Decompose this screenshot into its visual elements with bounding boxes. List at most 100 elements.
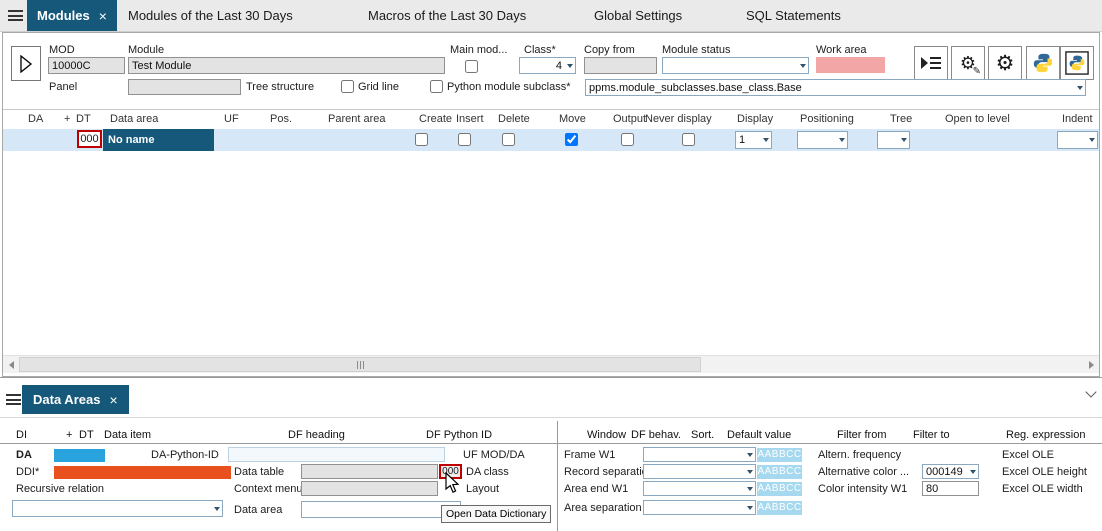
col-open-to-level: Open to level — [945, 113, 1010, 126]
work-area-color-field[interactable] — [816, 57, 885, 73]
tab-label: Macros of the Last 30 Days — [368, 8, 526, 23]
close-icon[interactable]: × — [99, 8, 107, 24]
class-label: Class* — [524, 44, 556, 57]
indent-select[interactable] — [1057, 131, 1098, 149]
tree-select[interactable] — [877, 131, 910, 149]
python-subclass-label: Python module subclass* — [447, 81, 571, 94]
col-create: Create — [419, 113, 452, 126]
move-checkbox[interactable] — [565, 133, 578, 146]
macro-list-button[interactable] — [914, 46, 948, 80]
alternative-color-select[interactable]: 000149 — [922, 464, 979, 479]
col-display: Display — [737, 113, 773, 126]
grid-line-checkbox[interactable] — [341, 80, 354, 93]
frame-w1-label: Frame W1 — [564, 449, 615, 462]
chevron-down-icon — [744, 448, 755, 461]
module-name-input[interactable] — [128, 57, 445, 74]
scrollbar-thumb[interactable] — [19, 357, 701, 372]
col-df-heading: DF heading — [288, 429, 345, 442]
horizontal-scrollbar[interactable] — [3, 355, 1099, 373]
chevron-down-icon[interactable] — [1086, 388, 1095, 397]
col-output: Output — [613, 113, 646, 126]
insert-checkbox[interactable] — [458, 133, 471, 146]
tab-macros-last-30-days[interactable]: Macros of the Last 30 Days — [368, 0, 526, 31]
divider — [0, 417, 1102, 418]
da-label: DA — [16, 449, 32, 462]
frame-color-sample[interactable]: AABBCC — [757, 448, 802, 462]
tab-data-areas[interactable]: Data Areas × — [22, 385, 129, 414]
record-separation-w1-select[interactable] — [643, 464, 756, 479]
ddi-color-field[interactable] — [54, 466, 231, 479]
never-display-checkbox[interactable] — [682, 133, 695, 146]
scroll-right-icon[interactable] — [1083, 356, 1099, 373]
positioning-select[interactable] — [797, 131, 848, 149]
settings-button[interactable]: ⚙ — [988, 46, 1022, 80]
layout-label: Layout — [466, 483, 499, 496]
delete-checkbox[interactable] — [502, 133, 515, 146]
module-label: Module — [128, 44, 164, 57]
area-separation-w1-select[interactable] — [643, 500, 756, 515]
data-table-input[interactable] — [301, 464, 438, 479]
col-positioning: Positioning — [800, 113, 854, 126]
mod-input[interactable] — [48, 57, 125, 74]
chevron-down-icon — [211, 501, 222, 516]
tooltip: Open Data Dictionary — [441, 505, 551, 523]
table-row[interactable]: 000 No name 1 — [3, 129, 1099, 151]
color-intensity-input[interactable] — [922, 481, 979, 496]
col-sort: Sort. — [691, 429, 714, 442]
area-end-color-sample[interactable]: AABBCC — [757, 482, 802, 496]
col-insert: Insert — [456, 113, 484, 126]
da-color-field[interactable] — [54, 449, 105, 462]
python-source-button[interactable] — [1026, 46, 1060, 80]
data-dictionary-link[interactable]: 000 — [439, 464, 462, 479]
python-subclass-checkbox[interactable] — [430, 80, 443, 93]
data-area-name-cell[interactable]: No name — [103, 129, 214, 151]
panel-input[interactable] — [128, 79, 241, 95]
record-separation-color-sample[interactable]: AABBCC — [757, 465, 802, 479]
recursive-relation-label: Recursive relation — [16, 483, 104, 496]
output-checkbox[interactable] — [621, 133, 634, 146]
tab-label: Data Areas — [33, 392, 100, 407]
color-intensity-w1-label: Color intensity W1 — [818, 483, 907, 496]
col-move: Move — [559, 113, 586, 126]
panel-label: Panel — [49, 81, 77, 94]
scroll-left-icon[interactable] — [3, 356, 19, 373]
pencil-icon: ✎ — [973, 66, 981, 77]
dt-cell[interactable]: 000 — [77, 130, 102, 148]
tab-global-settings[interactable]: Global Settings — [594, 0, 682, 31]
module-status-select[interactable] — [662, 57, 809, 74]
run-button[interactable] — [11, 46, 41, 81]
class-select[interactable]: 4 — [519, 57, 576, 74]
close-icon[interactable]: × — [109, 392, 117, 408]
data-area-label: Data area — [234, 504, 282, 517]
chevron-down-icon — [744, 482, 755, 495]
excel-ole-width-label: Excel OLE width — [1002, 483, 1083, 496]
python-module-button[interactable] — [1060, 46, 1094, 80]
mod-label: MOD — [49, 44, 75, 57]
python-icon — [1032, 52, 1054, 74]
add-row-icon[interactable]: + — [64, 113, 70, 126]
excel-ole-label: Excel OLE — [1002, 449, 1054, 462]
da-python-id-input[interactable] — [228, 447, 445, 462]
display-select[interactable]: 1 — [735, 131, 772, 149]
tab-modules[interactable]: Modules × — [27, 0, 117, 31]
recursive-relation-select[interactable] — [12, 500, 223, 517]
menu-icon[interactable] — [8, 10, 23, 21]
area-end-w1-select[interactable] — [643, 481, 756, 496]
main-module-checkbox[interactable] — [465, 60, 478, 73]
tab-modules-last-30-days[interactable]: Modules of the Last 30 Days — [128, 0, 293, 31]
context-menu-input[interactable] — [301, 481, 438, 496]
copy-from-input[interactable] — [584, 57, 657, 74]
frame-w1-select[interactable] — [643, 447, 756, 462]
add-row-icon[interactable]: + — [66, 429, 72, 442]
chevron-down-icon — [744, 465, 755, 478]
excel-ole-height-label: Excel OLE height — [1002, 466, 1087, 479]
tab-sql-statements[interactable]: SQL Statements — [746, 0, 841, 31]
area-separation-color-sample[interactable]: AABBCC — [757, 501, 802, 515]
class-value: 4 — [523, 60, 564, 72]
module-settings-button[interactable]: ⚙ ✎ — [951, 46, 985, 80]
col-di: DI — [16, 429, 27, 442]
create-checkbox[interactable] — [415, 133, 428, 146]
python-subclass-select[interactable]: ppms.module_subclasses.base_class.Base — [585, 79, 1086, 96]
menu-icon[interactable] — [6, 394, 21, 405]
data-area-select[interactable] — [301, 501, 461, 518]
